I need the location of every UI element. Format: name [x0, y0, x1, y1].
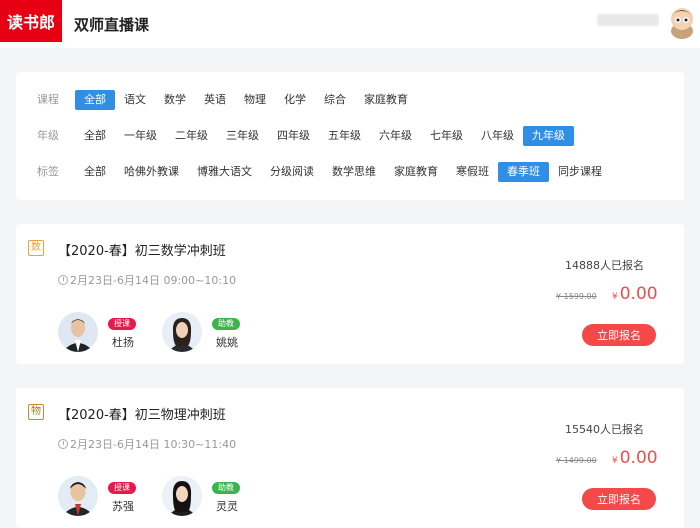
filter-chip[interactable]: 全部: [75, 126, 115, 146]
filter-chip[interactable]: 同步课程: [549, 162, 611, 182]
course-time-text: 2月23日-6月14日 10:30~11:40: [70, 438, 237, 451]
filter-chip[interactable]: 九年级: [523, 126, 574, 146]
filter-chip[interactable]: 化学: [275, 90, 315, 110]
teacher-avatar: [58, 312, 98, 352]
course-title[interactable]: 【2020-春】初三数学冲刺班: [58, 240, 226, 259]
filter-options: 全部 语文 数学 英语 物理 化学 综合 家庭教育: [75, 88, 417, 112]
filter-chip[interactable]: 四年级: [268, 126, 319, 146]
enrolled-count: 14888人已报名: [565, 259, 644, 272]
enrolled-count: 15540人已报名: [565, 423, 644, 436]
filter-row-course: 课程 全部 语文 数学 英语 物理 化学 综合 家庭教育: [16, 88, 684, 112]
filter-chip[interactable]: 八年级: [472, 126, 523, 146]
filter-chip[interactable]: 三年级: [217, 126, 268, 146]
filter-chip[interactable]: 家庭教育: [385, 162, 447, 182]
filter-row-tag: 标签 全部 哈佛外教课 博雅大语文 分级阅读 数学思维 家庭教育 寒假班 春季班 同步课程: [16, 160, 684, 184]
filter-chip[interactable]: 一年级: [115, 126, 166, 146]
currency-symbol: ¥: [612, 292, 618, 302]
current-price: ¥0.00: [612, 448, 658, 468]
teacher-assistant[interactable]: 助教 灵灵: [162, 476, 252, 516]
course-time: 2月23日-6月14日 10:30~11:40: [58, 436, 236, 452]
course-time: 2月23日-6月14日 09:00~10:10: [58, 272, 236, 288]
teacher-avatar: [162, 312, 202, 352]
teacher-lecturer[interactable]: 授课 苏强: [58, 476, 148, 516]
filter-chip[interactable]: 全部: [75, 162, 115, 182]
role-tag: 助教: [212, 482, 240, 494]
course-time-text: 2月23日-6月14日 09:00~10:10: [70, 274, 237, 287]
teacher-avatar: [58, 476, 98, 516]
role-tag: 授课: [108, 482, 136, 494]
filter-chip[interactable]: 家庭教育: [355, 90, 417, 110]
filter-chip[interactable]: 分级阅读: [261, 162, 323, 182]
user-avatar[interactable]: [669, 5, 695, 39]
original-price: ¥ 1499.00: [556, 456, 597, 465]
teacher-name: 杜扬: [112, 336, 134, 349]
clock-icon: [58, 275, 68, 285]
filter-chip[interactable]: 综合: [315, 90, 355, 110]
filter-chip[interactable]: 二年级: [166, 126, 217, 146]
course-card[interactable]: 物 【2020-春】初三物理冲刺班 2月23日-6月14日 10:30~11:4…: [16, 388, 684, 528]
filter-label: 年级: [37, 129, 59, 142]
filter-chip[interactable]: 博雅大语文: [188, 162, 261, 182]
filter-chip[interactable]: 语文: [115, 90, 155, 110]
teacher-name: 苏强: [112, 500, 134, 513]
filter-label: 课程: [37, 93, 59, 106]
filter-label: 标签: [37, 165, 59, 178]
filter-row-grade: 年级 全部 一年级 二年级 三年级 四年级 五年级 六年级 七年级 八年级 九年级: [16, 124, 684, 148]
course-card[interactable]: 数 【2020-春】初三数学冲刺班 2月23日-6月14日 09:00~10:1…: [16, 224, 684, 364]
filter-chip[interactable]: 物理: [235, 90, 275, 110]
enroll-button[interactable]: 立即报名: [582, 488, 656, 510]
filter-options: 全部 哈佛外教课 博雅大语文 分级阅读 数学思维 家庭教育 寒假班 春季班 同步课程: [75, 160, 611, 184]
original-price: ¥ 1599.00: [556, 292, 597, 301]
filter-chip[interactable]: 七年级: [421, 126, 472, 146]
filter-chip[interactable]: 春季班: [498, 162, 549, 182]
teacher-avatar: [162, 476, 202, 516]
course-title[interactable]: 【2020-春】初三物理冲刺班: [58, 404, 226, 423]
filter-chip[interactable]: 六年级: [370, 126, 421, 146]
price-value: 0.00: [619, 284, 658, 304]
currency-symbol: ¥: [612, 456, 618, 466]
filter-chip[interactable]: 寒假班: [447, 162, 498, 182]
teacher-lecturer[interactable]: 授课 杜扬: [58, 312, 148, 352]
filter-options: 全部 一年级 二年级 三年级 四年级 五年级 六年级 七年级 八年级 九年级: [75, 124, 574, 148]
subject-badge: 物: [28, 404, 44, 420]
username-blurred: [597, 14, 659, 26]
price-value: 0.00: [619, 448, 658, 468]
role-tag: 授课: [108, 318, 136, 330]
subject-badge: 数: [28, 240, 44, 256]
top-header: 读书郎 双师直播课: [0, 0, 700, 48]
filter-chip[interactable]: 数学: [155, 90, 195, 110]
filter-panel: 课程 全部 语文 数学 英语 物理 化学 综合 家庭教育 年级 全部 一年级 二年级 三年级 四年级五…: [16, 72, 684, 200]
enroll-button[interactable]: 立即报名: [582, 324, 656, 346]
clock-icon: [58, 439, 68, 449]
teacher-name: 姚姚: [216, 336, 238, 349]
current-price: ¥0.00: [612, 284, 658, 304]
brand-logo[interactable]: 读书郎: [0, 0, 62, 42]
teacher-assistant[interactable]: 助教 姚姚: [162, 312, 252, 352]
filter-chip[interactable]: 五年级: [319, 126, 370, 146]
filter-chip[interactable]: 哈佛外教课: [115, 162, 188, 182]
filter-chip[interactable]: 数学思维: [323, 162, 385, 182]
role-tag: 助教: [212, 318, 240, 330]
filter-chip[interactable]: 英语: [195, 90, 235, 110]
teacher-name: 灵灵: [216, 500, 238, 513]
filter-chip[interactable]: 全部: [75, 90, 115, 110]
page-title: 双师直播课: [74, 16, 150, 34]
